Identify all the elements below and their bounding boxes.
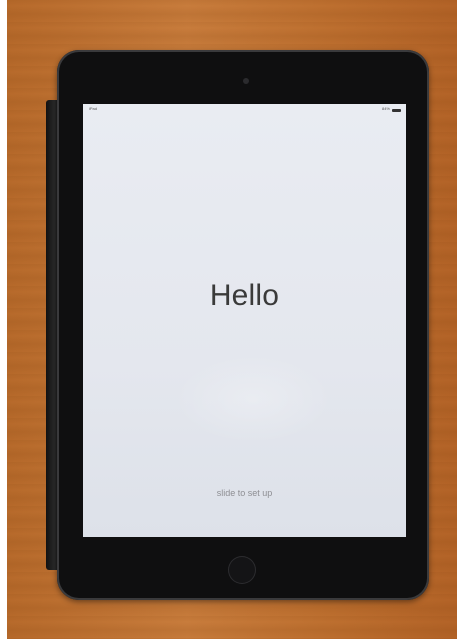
slide-to-set-up[interactable]: slide to set up xyxy=(83,488,406,498)
hello-greeting: Hello xyxy=(209,279,280,312)
screen-glare xyxy=(173,354,333,444)
home-button[interactable] xyxy=(228,556,256,584)
carrier-label: iPad xyxy=(89,106,98,111)
battery-indicator: 84% xyxy=(382,104,401,114)
front-camera xyxy=(243,78,249,84)
ipad-screen[interactable]: iPad 84% Hello slide to set up xyxy=(83,104,406,537)
status-bar: iPad 84% xyxy=(83,104,406,114)
battery-percent: 84% xyxy=(381,106,390,111)
battery-icon xyxy=(392,109,401,112)
